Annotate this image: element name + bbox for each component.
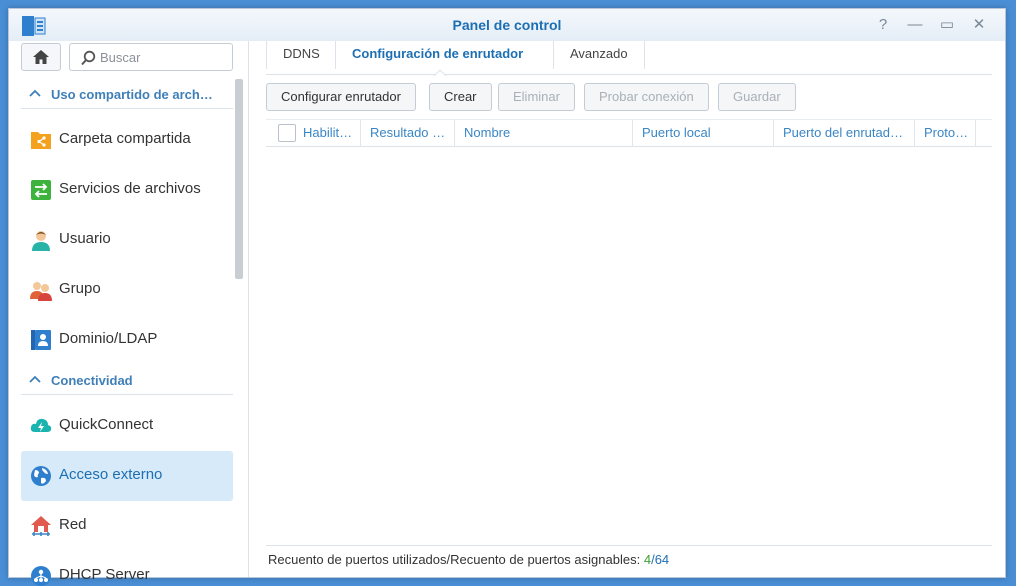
create-button[interactable]: Crear [429, 83, 492, 111]
quickconnect-icon [30, 418, 52, 432]
port-count-label: Recuento de puertos utilizados/Recuento … [268, 552, 641, 567]
col-name[interactable]: Nombre [455, 120, 633, 147]
main-panel: DDNS Configuración de enrutador Avanzado… [250, 41, 1005, 577]
minimize-icon[interactable]: — [903, 15, 927, 35]
dhcp-server-icon [31, 566, 51, 586]
home-button[interactable] [21, 43, 61, 71]
sidebar-item-label: Carpeta compartida [59, 130, 191, 147]
group-icon [30, 282, 52, 301]
configure-router-button[interactable]: Configurar enrutador [266, 83, 416, 111]
chevron-up-icon [29, 89, 41, 97]
sidebar-item-group[interactable]: Grupo [21, 265, 233, 315]
col-router-port[interactable]: Puerto del enrutad… [774, 120, 915, 147]
sidebar-item-user[interactable]: Usuario [21, 215, 233, 265]
sidebar-item-network[interactable]: Red [21, 501, 233, 551]
tab-ddns[interactable]: DDNS [266, 41, 336, 69]
title-bar[interactable]: Panel de control ? — ▭ ✕ [9, 9, 1005, 41]
sidebar-item-quickconnect[interactable]: QuickConnect [21, 401, 233, 451]
port-count-footer: Recuento de puertos utilizados/Recuento … [266, 545, 992, 575]
sidebar-item-label: Servicios de archivos [59, 180, 201, 197]
chevron-up-icon [29, 375, 41, 383]
user-icon [32, 231, 50, 251]
sidebar-item-file-services[interactable]: Servicios de archivos [21, 165, 233, 215]
search-icon [81, 50, 96, 66]
window-title: Panel de control [452, 17, 562, 33]
tab-bar: DDNS Configuración de enrutador Avanzado [266, 41, 992, 76]
sidebar: Uso compartido de arch… Carpeta comparti… [9, 41, 249, 586]
section-file-sharing[interactable]: Uso compartido de arch… [21, 79, 233, 109]
sidebar-item-external-access[interactable]: Acceso externo [21, 451, 233, 501]
file-services-icon [31, 180, 51, 200]
help-icon[interactable]: ? [871, 15, 895, 35]
globe-icon [31, 466, 51, 486]
grid-header: Habilit… Resultado … Nombre Puerto local… [266, 119, 992, 147]
search-input[interactable] [100, 48, 225, 66]
sidebar-item-label: Usuario [59, 230, 111, 247]
control-panel-window: Panel de control ? — ▭ ✕ Uso compartido … [8, 8, 1006, 586]
maximize-icon[interactable]: ▭ [935, 15, 959, 35]
sidebar-item-label: Dominio/LDAP [59, 330, 158, 347]
sidebar-item-label: Grupo [59, 280, 101, 297]
test-connection-button[interactable]: Probar conexión [584, 83, 709, 111]
sidebar-item-label: Acceso externo [59, 466, 163, 483]
tab-router-configuration[interactable]: Configuración de enrutador [335, 41, 539, 69]
domain-ldap-icon [31, 330, 51, 350]
sidebar-item-label: QuickConnect [59, 416, 154, 433]
home-icon [33, 50, 49, 64]
col-enabled[interactable]: Habilit… [294, 120, 361, 147]
sidebar-item-label: Red [59, 516, 87, 533]
network-house-icon [31, 516, 51, 536]
sidebar-scrollbar[interactable] [235, 79, 243, 279]
close-icon[interactable]: ✕ [967, 15, 991, 35]
assignable-port-count: 64 [654, 552, 670, 567]
sidebar-item-shared-folder[interactable]: Carpeta compartida [21, 115, 233, 165]
shared-folder-icon [31, 132, 51, 149]
col-result[interactable]: Resultado … [361, 120, 455, 147]
section-label: Uso compartido de arch… [51, 87, 213, 102]
sidebar-item-label: DHCP Server [59, 566, 150, 583]
save-button[interactable]: Guardar [718, 83, 796, 111]
section-connectivity[interactable]: Conectividad [21, 365, 233, 395]
sidebar-item-domain-ldap[interactable]: Dominio/LDAP [21, 315, 233, 365]
used-port-count: 4 [643, 552, 652, 567]
sidebar-item-dhcp-server[interactable]: DHCP Server [21, 551, 233, 586]
delete-button[interactable]: Eliminar [498, 83, 575, 111]
tab-advanced[interactable]: Avanzado [553, 41, 645, 69]
search-box[interactable] [69, 43, 233, 71]
active-tab-pointer [434, 69, 446, 76]
col-protocol[interactable]: Proto… [915, 120, 976, 147]
col-local-port[interactable]: Puerto local [633, 120, 774, 147]
section-label: Conectividad [51, 373, 133, 388]
